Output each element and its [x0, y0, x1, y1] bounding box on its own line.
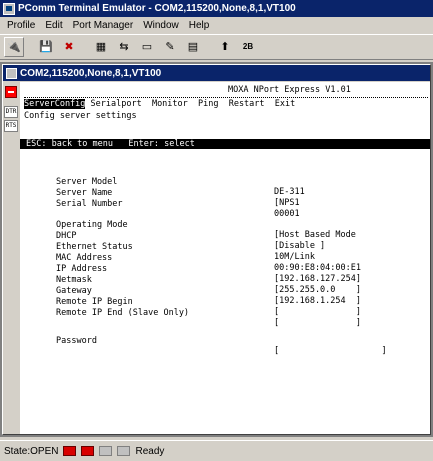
toolbar-separator: [206, 37, 212, 57]
server-model-value: DE-311: [274, 187, 305, 197]
log-icon[interactable]: ▤: [183, 37, 203, 57]
rts-indicator: RTS: [4, 120, 18, 132]
mac-address-value: 00:90:E8:04:00:E1: [274, 263, 361, 273]
terminal-hint-bar: ESC: back to menu Enter: select: [20, 139, 430, 149]
netmask-field[interactable]: [255.255.0.0 ]: [274, 285, 361, 295]
save-icon[interactable]: 💾: [36, 37, 56, 57]
field-row-netmask[interactable]: Netmask [255.255.0.0 ]: [56, 265, 361, 295]
status-bar: State:OPEN Ready: [0, 440, 433, 461]
script-icon[interactable]: ✎: [160, 37, 180, 57]
field-row-server-model: Server Model DE-311: [56, 167, 305, 197]
connection-state: State:OPEN: [4, 445, 59, 457]
field-row-serial-number: Serial Number 00001: [56, 189, 300, 219]
disconnect-icon[interactable]: ✖: [59, 37, 79, 57]
ip-address-field[interactable]: [192.168.127.254]: [274, 274, 361, 284]
field-row-dhcp[interactable]: DHCP [Disable ]: [56, 221, 325, 251]
status-ready: Ready: [135, 445, 165, 457]
child-window-title: COM2,115200,None,8,1,VT100: [20, 67, 162, 79]
menu-serverconfig-selected[interactable]: ServerConfig: [24, 99, 86, 109]
mdi-client-area: COM2,115200,None,8,1,VT100 DTR RTS MOXA …: [0, 62, 433, 437]
menu-bar: Profile Edit Port Manager Window Help: [0, 17, 433, 33]
send-file-icon[interactable]: ⬆: [215, 37, 235, 57]
capture-icon[interactable]: ▭: [137, 37, 157, 57]
operating-mode-field[interactable]: [Host Based Mode: [274, 230, 356, 240]
dhcp-field[interactable]: [Disable ]: [274, 241, 325, 251]
field-row-ethernet-status: Ethernet Status 10M/Link: [56, 232, 315, 262]
dtr-indicator: DTR: [4, 106, 18, 118]
field-label: Remote IP End (Slave Only): [56, 308, 190, 318]
ethernet-status-value: 10M/Link: [274, 252, 315, 262]
signal-status-strip: DTR RTS: [3, 82, 19, 434]
title-bar[interactable]: PComm Terminal Emulator - COM2,115200,No…: [0, 0, 433, 17]
menu-edit[interactable]: Edit: [40, 20, 67, 31]
field-row-remote-ip-begin[interactable]: Remote IP Begin [ ]: [56, 287, 361, 317]
child-title-bar[interactable]: COM2,115200,None,8,1,VT100: [3, 65, 430, 81]
gateway-field[interactable]: [192.168.1.254 ]: [274, 296, 361, 306]
terminal-divider: [24, 97, 428, 98]
field-row-remote-ip-end[interactable]: Remote IP End (Slave Only) [ ]: [56, 298, 361, 328]
transfer-icon[interactable]: ⇆: [114, 37, 134, 57]
cts-led-icon: [99, 446, 113, 456]
password-field[interactable]: [ ]: [274, 346, 387, 356]
toolbar: 🔌 💾 ✖ ▦ ⇆ ▭ ✎ ▤ ⬆ 2B: [0, 34, 433, 60]
terminal-screen[interactable]: MOXA NPort Express V1.01 ServerConfig Se…: [20, 82, 430, 434]
terminal-child-window: COM2,115200,None,8,1,VT100 DTR RTS MOXA …: [2, 64, 431, 435]
tx-led-icon: [63, 446, 77, 456]
window-title: PComm Terminal Emulator - COM2,115200,No…: [18, 3, 296, 14]
menu-help[interactable]: Help: [184, 20, 215, 31]
rx-led-icon: [81, 446, 95, 456]
server-name-field[interactable]: [NPS1: [274, 198, 300, 208]
properties-icon[interactable]: ▦: [91, 37, 111, 57]
terminal-window-icon[interactable]: [6, 67, 17, 79]
terminal-subtitle: Config server settings: [24, 111, 137, 121]
field-label: Password: [56, 336, 97, 346]
field-row-mac-address: MAC Address 00:90:E8:04:00:E1: [56, 243, 361, 273]
field-row-operating-mode[interactable]: Operating Mode [Host Based Mode: [56, 210, 356, 240]
terminal-menu-line: ServerConfig Serialport Monitor Ping Res…: [24, 99, 295, 110]
menu-port-manager[interactable]: Port Manager: [68, 20, 139, 31]
remote-ip-end-field[interactable]: [ ]: [274, 318, 361, 328]
field-row-password[interactable]: Password [ ]: [56, 326, 387, 356]
dsr-led-icon: [117, 446, 131, 456]
toolbar-separator: [27, 37, 33, 57]
terminal-header: MOXA NPort Express V1.01: [228, 85, 351, 95]
field-row-server-name[interactable]: Server Name [NPS1: [56, 178, 300, 208]
field-label: Serial Number: [56, 199, 123, 209]
terminal-menu-options[interactable]: Serialport Monitor Ping Restart Exit: [85, 99, 296, 109]
disconnect-indicator-icon[interactable]: [5, 86, 17, 98]
connect-icon[interactable]: 🔌: [4, 37, 24, 57]
field-row-gateway[interactable]: Gateway [192.168.1.254 ]: [56, 276, 361, 306]
menu-window[interactable]: Window: [138, 20, 184, 31]
pcomm-app-icon[interactable]: [3, 2, 15, 15]
toolbar-separator: [82, 37, 88, 57]
field-row-ip-address[interactable]: IP Address [192.168.127.254]: [56, 254, 361, 284]
serial-number-value: 00001: [274, 209, 300, 219]
menu-profile[interactable]: Profile: [2, 20, 40, 31]
app-window: PComm Terminal Emulator - COM2,115200,No…: [0, 0, 433, 461]
remote-ip-begin-field[interactable]: [ ]: [274, 307, 361, 317]
receive-file-icon[interactable]: 2B: [238, 37, 258, 57]
